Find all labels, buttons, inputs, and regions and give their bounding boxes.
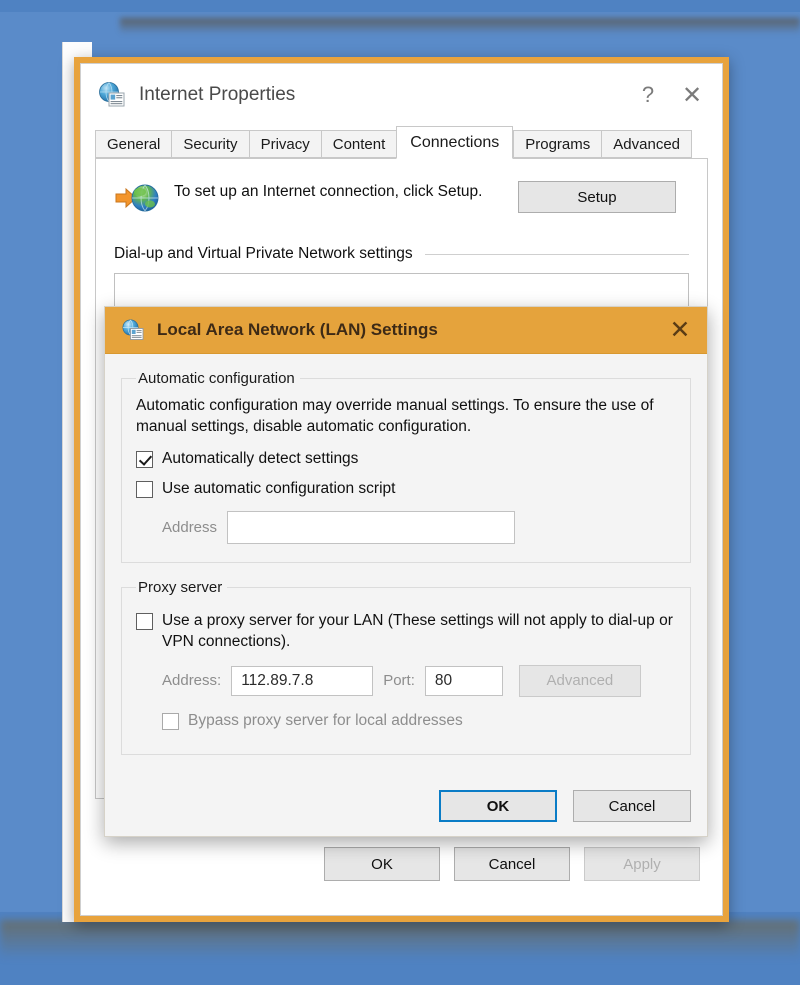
lan-settings-body: Automatic configuration Automatic config… <box>105 354 707 836</box>
section-divider <box>424 253 689 255</box>
internet-properties-tabstrip: General Security Privacy Content Connect… <box>95 126 708 159</box>
auto-config-address-label: Address <box>162 519 218 537</box>
desktop-background: Internet Properties ? ✕ General Security… <box>0 0 800 985</box>
automatic-configuration-group: Automatic configuration Automatic config… <box>121 370 691 564</box>
use-automatic-configuration-script-checkbox[interactable] <box>136 480 153 498</box>
lan-settings-button-row: OK Cancel <box>439 790 691 822</box>
tab-advanced[interactable]: Advanced <box>601 130 692 158</box>
lan-settings-titlebar: Local Area Network (LAN) Settings ✕ <box>105 307 707 354</box>
background-shadow-top <box>120 18 800 34</box>
proxy-address-input[interactable]: 112.89.7.8 <box>231 665 374 696</box>
automatic-configuration-description: Automatic configuration may override man… <box>136 397 654 436</box>
tab-content[interactable]: Content <box>320 130 397 158</box>
dialup-section-header: Dial-up and Virtual Private Network sett… <box>114 245 689 263</box>
proxy-server-legend: Proxy server <box>138 579 223 597</box>
auto-config-address-input[interactable] <box>227 511 516 545</box>
bypass-proxy-local-row: Bypass proxy server for local addresses <box>136 711 676 732</box>
cancel-button[interactable]: Cancel <box>454 847 570 881</box>
auto-detect-settings-checkbox[interactable] <box>136 451 153 469</box>
auto-detect-settings-label: Automatically detect settings <box>162 450 359 468</box>
bypass-proxy-local-label: Bypass proxy server for local addresses <box>188 711 463 729</box>
dialup-section-label: Dial-up and Virtual Private Network sett… <box>114 245 413 262</box>
setup-description: To set up an Internet connection, click … <box>174 183 483 200</box>
lan-ok-button[interactable]: OK <box>439 790 557 822</box>
proxy-port-label: Port: <box>383 672 415 690</box>
auto-detect-settings-row[interactable]: Automatically detect settings <box>136 449 676 470</box>
automatic-configuration-legend: Automatic configuration <box>138 370 295 387</box>
proxy-port-input[interactable]: 80 <box>424 665 503 696</box>
bypass-proxy-local-checkbox <box>162 712 179 730</box>
lan-settings-dialog: Local Area Network (LAN) Settings ✕ Auto… <box>104 306 708 837</box>
ok-button[interactable]: OK <box>324 847 440 881</box>
use-automatic-configuration-script-row[interactable]: Use automatic configuration script <box>136 479 676 500</box>
use-automatic-configuration-script-label: Use automatic configuration script <box>162 479 396 497</box>
tab-general[interactable]: General <box>95 130 172 158</box>
lan-settings-title: Local Area Network (LAN) Settings <box>157 320 438 339</box>
advanced-button: Advanced <box>518 664 641 697</box>
proxy-address-label: Address: <box>162 672 222 690</box>
setup-button[interactable]: Setup <box>518 181 676 213</box>
use-proxy-server-checkbox[interactable] <box>136 613 153 631</box>
internet-properties-button-row: OK Cancel Apply <box>81 847 722 881</box>
tab-connections[interactable]: Connections <box>396 126 514 159</box>
apply-button: Apply <box>584 847 700 881</box>
tab-privacy[interactable]: Privacy <box>248 130 321 158</box>
proxy-address-row: Address: 112.89.7.8 Port: 80 Advanced <box>136 664 676 697</box>
help-button[interactable]: ? <box>626 75 670 115</box>
window-bottom-edge <box>81 891 722 907</box>
internet-properties-icon <box>97 80 127 110</box>
close-icon[interactable]: ✕ <box>670 75 714 115</box>
globe-with-arrow-icon <box>114 179 160 219</box>
lan-cancel-button[interactable]: Cancel <box>573 790 691 822</box>
internet-properties-icon <box>121 318 145 342</box>
internet-properties-title: Internet Properties <box>139 84 296 105</box>
auto-config-address-row: Address <box>136 511 676 545</box>
use-proxy-server-label: Use a proxy server for your LAN (These s… <box>162 612 673 650</box>
setup-row: To set up an Internet connection, click … <box>114 177 689 219</box>
use-proxy-server-row[interactable]: Use a proxy server for your LAN (These s… <box>136 611 676 652</box>
internet-properties-titlebar: Internet Properties ? ✕ <box>81 64 722 126</box>
tab-programs[interactable]: Programs <box>513 130 602 158</box>
close-icon[interactable]: ✕ <box>659 311 701 349</box>
proxy-server-group: Proxy server Use a proxy server for your… <box>121 579 691 756</box>
background-shadow-bottom <box>0 920 800 960</box>
tab-security[interactable]: Security <box>171 130 249 158</box>
